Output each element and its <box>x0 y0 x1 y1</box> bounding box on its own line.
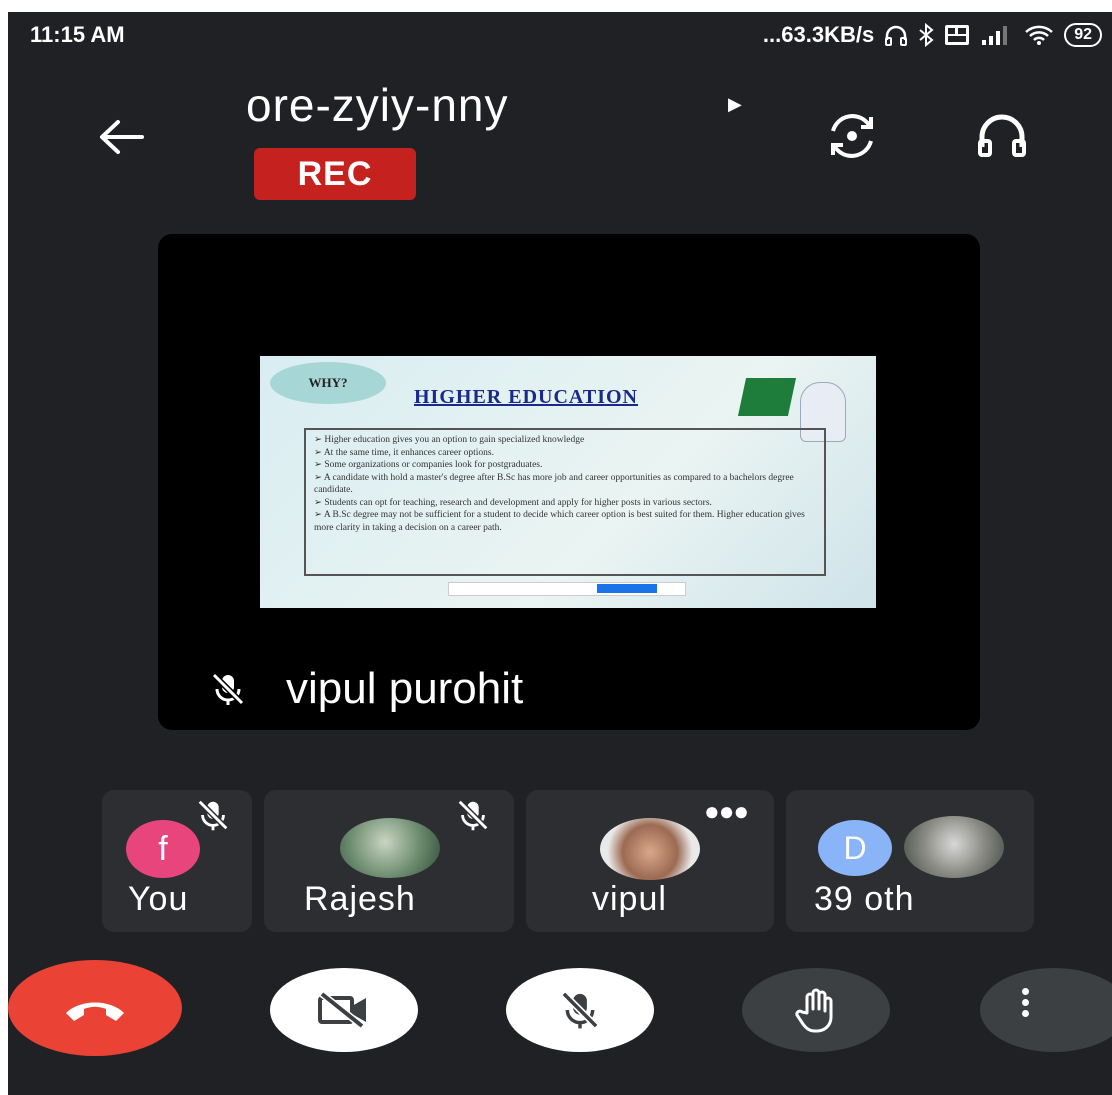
video-off-icon <box>318 991 366 1029</box>
more-options-button[interactable] <box>980 968 1112 1052</box>
slide-board-graphic <box>737 378 797 416</box>
switch-camera-icon <box>831 114 873 158</box>
mic-off-icon <box>457 799 489 831</box>
shared-slide: WHY? HIGHER EDUCATION ➢ Higher education… <box>260 356 876 608</box>
avatar: D <box>818 820 892 876</box>
more-vertical-icon <box>1018 984 1032 1021</box>
signal-icon <box>982 26 1008 45</box>
slide-bullet: ➢ At the same time, it enhances career o… <box>314 447 494 458</box>
participant-name: You <box>128 880 189 918</box>
avatar <box>904 816 1004 878</box>
slide-sharing-bar <box>448 582 686 596</box>
slide-tag: WHY? <box>270 362 386 404</box>
switch-camera-button[interactable] <box>820 104 884 168</box>
end-call-button[interactable] <box>8 960 182 1056</box>
more-options-icon[interactable]: ●●● <box>704 796 749 827</box>
avatar <box>340 818 440 878</box>
presenter-name-row: vipul purohit <box>208 664 523 714</box>
mic-toggle-button[interactable] <box>506 968 654 1052</box>
participant-tile-rajesh[interactable]: Rajesh <box>264 790 514 932</box>
slide-bullet-box: ➢ Higher education gives you an option t… <box>304 428 826 576</box>
bluetooth-icon <box>919 23 934 47</box>
status-time: 11:15 AM <box>30 22 125 47</box>
raise-hand-icon <box>795 988 833 1033</box>
slide-bullet: ➢ A B.Sc degree may not be sufficient fo… <box>314 510 805 533</box>
meet-screen: 11:15 AM ...63.3KB/s 92 ore-zyiy-nny ▶ R… <box>8 12 1112 1095</box>
back-button[interactable] <box>92 112 152 162</box>
participant-name: Rajesh <box>304 880 416 918</box>
participant-name: 39 oth <box>814 880 915 918</box>
participant-name: vipul <box>592 880 667 918</box>
slide-bullet: ➢ Students can opt for teaching, researc… <box>314 497 712 508</box>
mic-off-icon <box>197 799 229 831</box>
participant-tile-others[interactable]: D 39 oth <box>786 790 1034 932</box>
participant-tile-vipul[interactable]: ●●● vipul <box>526 790 774 932</box>
phone-hangup-icon <box>66 1002 124 1021</box>
meeting-code[interactable]: ore-zyiy-nny <box>246 78 509 132</box>
network-speed: ...63.3KB/s <box>762 22 875 47</box>
status-icons: ...63.3KB/s 92 <box>763 22 1102 48</box>
headphones-icon <box>978 114 1026 157</box>
avatar <box>600 818 700 880</box>
slide-bullet: ➢ Higher education gives you an option t… <box>314 435 585 445</box>
avatar: f <box>126 820 200 878</box>
camera-toggle-button[interactable] <box>270 968 418 1052</box>
participant-tile-you[interactable]: f You <box>102 790 252 932</box>
battery-indicator: 92 <box>1064 23 1102 47</box>
volte-icon <box>945 25 970 45</box>
presenter-tile[interactable]: WHY? HIGHER EDUCATION ➢ Higher education… <box>158 234 980 730</box>
wifi-icon <box>1025 25 1054 45</box>
audio-output-button[interactable] <box>970 104 1034 168</box>
slide-sharing-bar-button <box>597 584 657 593</box>
presenter-name: vipul purohit <box>286 664 524 713</box>
mic-off-icon <box>561 991 599 1029</box>
slide-bullet: ➢ A candidate with hold a master's degre… <box>314 472 794 496</box>
arrow-left-icon <box>100 120 144 154</box>
raise-hand-button[interactable] <box>742 968 890 1052</box>
status-bar: 11:15 AM ...63.3KB/s 92 <box>8 12 1112 60</box>
headset-status-icon <box>885 25 908 46</box>
slide-title: HIGHER EDUCATION <box>414 386 638 408</box>
caret-right-icon[interactable]: ▶ <box>728 94 742 115</box>
slide-bullet: ➢ Some organizations or companies look f… <box>314 460 543 470</box>
recording-badge: REC <box>254 148 416 200</box>
mic-off-icon <box>211 672 245 706</box>
